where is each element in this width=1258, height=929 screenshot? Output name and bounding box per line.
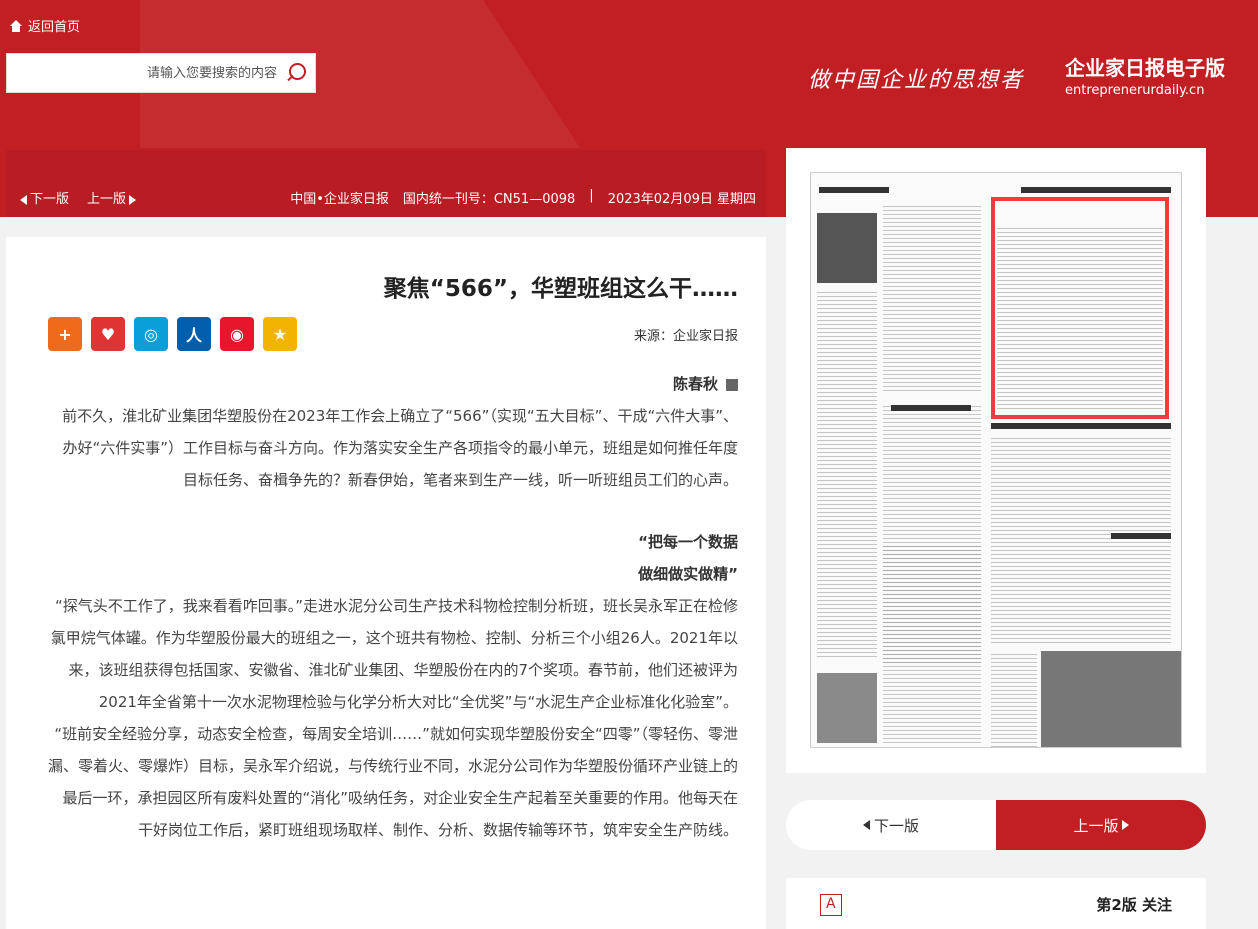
issn: 国内统一刊号：CN51—0098 — [402, 192, 576, 207]
paragraph: 前不久，淮北矿业集团华塑股份在2023年工作会上确立了“566”（实现“五大目标… — [62, 407, 738, 489]
more-icon[interactable]: + — [48, 317, 82, 351]
prev-page-link[interactable]: 上一版 — [87, 188, 137, 207]
subheading: 做细做实做精” — [638, 565, 738, 583]
page-thumbnail-panel — [786, 148, 1206, 773]
article-body: 前不久，淮北矿业集团华塑股份在2023年工作会上确立了“566”（实现“五大目标… — [48, 400, 738, 846]
article-author: 陈春秋 — [48, 373, 738, 394]
home-icon — [10, 19, 22, 32]
issue-meta: 中国•企业家日报 国内统一刊号：CN51—0098 | 2023年02月09日 … — [290, 188, 756, 207]
search-icon[interactable] — [285, 62, 307, 84]
next-page-link[interactable]: 下一版 — [20, 188, 69, 207]
pdf-icon[interactable] — [820, 894, 842, 916]
square-bullet-icon — [726, 378, 738, 391]
home-link-label: 返回首页 — [28, 20, 81, 35]
article-highlight-box[interactable] — [991, 197, 1169, 419]
tqq-icon[interactable]: ◎ — [134, 317, 168, 351]
paragraph: “班前安全经验分享，动态安全检查，每周安全培训……”就如何实现华塑股份安全“四零… — [48, 725, 739, 839]
qzone-icon[interactable]: ★ — [263, 317, 297, 351]
article-source: 来源：企业家日报 — [633, 328, 738, 344]
share-bar: + ♥ ◎ 人 ◉ ★ — [48, 317, 297, 351]
search-bar — [6, 53, 316, 93]
page-pager: 下一版 上一版 — [786, 800, 1206, 850]
brand-logo[interactable]: 企业家日报电子版 entreprenerurdaily.cn — [1065, 52, 1225, 98]
separator: | — [589, 188, 594, 203]
renren-icon[interactable]: 人 — [177, 317, 211, 351]
newspaper-page-image[interactable] — [810, 172, 1182, 748]
article-panel: 聚焦“566”，华塑班组这么干…… + ♥ ◎ 人 ◉ ★ 来源：企业家日报 陈… — [6, 237, 766, 929]
page-list: 第2版 关注 — [786, 878, 1206, 929]
page-list-title: 第2版 关注 — [1096, 896, 1172, 914]
issue-date: 2023年02月09日 星期四 — [607, 192, 756, 207]
slogan: 做中国企业的思想者 — [808, 68, 1025, 93]
brand-name: 企业家日报电子版 — [1065, 56, 1225, 80]
issue-info-bar: 下一版 上一版 中国•企业家日报 国内统一刊号：CN51—0098 | 2023… — [6, 150, 766, 217]
subheading: “把每一个数据 — [638, 533, 738, 551]
page-nav: 下一版 上一版 — [20, 188, 137, 207]
paragraph: “探气头不工作了，我来看看咋回事。”走进水泥分公司生产技术科物检控制分析班，班长… — [50, 597, 738, 711]
brand-domain: entreprenerurdaily.cn — [1065, 83, 1205, 98]
page-list-item[interactable]: 第2版 关注 — [786, 894, 1206, 916]
paper-name: 中国•企业家日报 — [290, 192, 389, 207]
home-link[interactable]: 返回首页 — [10, 16, 80, 35]
douban-icon[interactable]: ♥ — [91, 317, 125, 351]
sidebar-next-page-button[interactable]: 下一版 — [786, 800, 996, 850]
article-title: 聚焦“566”，华塑班组这么干…… — [383, 276, 738, 302]
search-input[interactable] — [37, 65, 277, 81]
weibo-icon[interactable]: ◉ — [220, 317, 254, 351]
sidebar-prev-page-button[interactable]: 上一版 — [996, 800, 1206, 850]
